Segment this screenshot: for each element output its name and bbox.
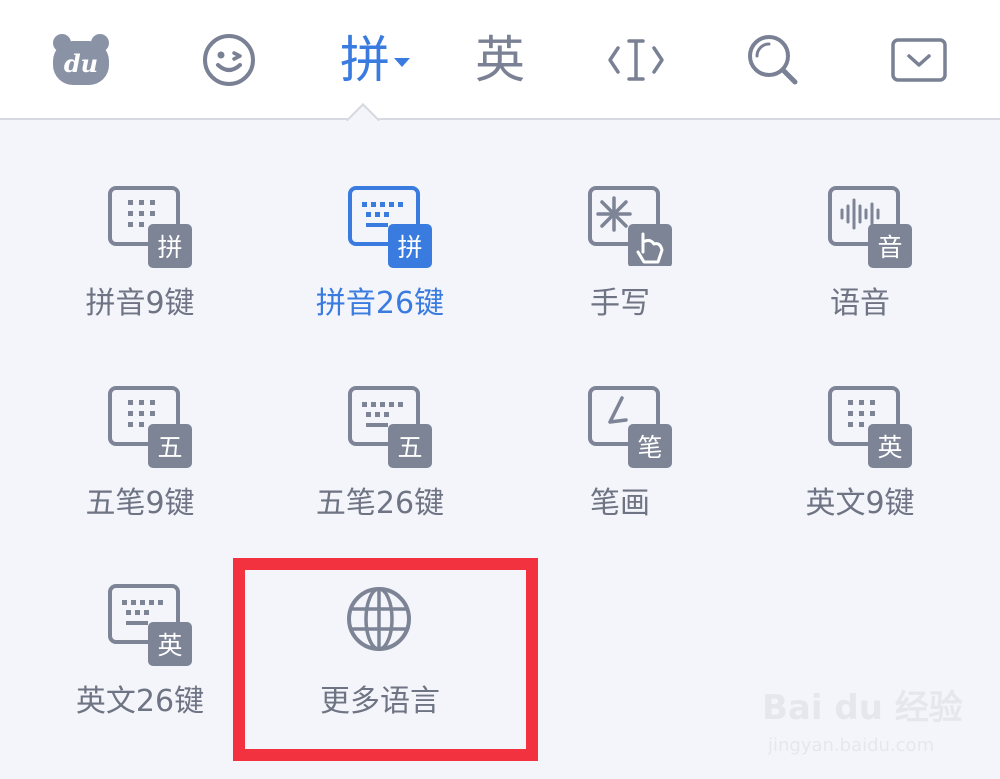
keyboard-option-wubi-9[interactable]: 五 五笔9键 — [20, 350, 260, 550]
keyboard-option-label: 手写 — [590, 286, 650, 321]
keyboard-option-stroke[interactable]: 笔 笔画 — [500, 350, 740, 550]
svg-text:du: du — [64, 49, 98, 78]
wubi-badge: 五 — [388, 424, 432, 468]
baidu-watermark: Bai du 经验 — [762, 688, 963, 728]
stroke-badge: 笔 — [628, 424, 672, 468]
keyboard-option-voice[interactable]: 音 语音 — [740, 150, 980, 350]
english-mode-label: 英 — [475, 31, 525, 89]
emoji-button[interactable] — [194, 20, 264, 100]
bear-logo-icon: du — [53, 34, 109, 85]
english-badge: 英 — [868, 424, 912, 468]
keyboard-option-handwriting[interactable]: 手写 — [500, 150, 740, 350]
keyboard-hide-icon — [891, 38, 947, 82]
annotation-highlight-box — [233, 558, 538, 761]
hide-keyboard-button[interactable] — [884, 20, 954, 100]
keyboard-option-pinyin-9[interactable]: 拼 拼音9键 — [20, 150, 260, 350]
english-badge: 英 — [148, 622, 192, 666]
candidate-toolbar: du 拼 英 — [0, 0, 1000, 120]
keyboard-option-label: 英文9键 — [805, 486, 915, 521]
handwriting-icon — [588, 186, 672, 268]
keyboard-option-english-26[interactable]: 英 英文26键 — [20, 548, 260, 748]
keyboard-option-pinyin-26[interactable]: 拼 拼音26键 — [260, 150, 500, 350]
keyboard-option-label: 笔画 — [590, 486, 650, 521]
cursor-move-button[interactable] — [600, 20, 672, 100]
baidu-watermark-url: jingyan.baidu.com — [768, 735, 935, 756]
text-cursor-icon — [608, 39, 664, 81]
english-mode-button[interactable]: 英 — [464, 20, 536, 100]
pinyin-badge: 拼 — [388, 224, 432, 268]
keyboard-option-label: 拼音9键 — [85, 286, 195, 321]
search-button[interactable] — [738, 20, 808, 100]
du-logo-button[interactable]: du — [44, 20, 118, 100]
keyboard-option-english-9[interactable]: 英 英文9键 — [740, 350, 980, 550]
wubi-badge: 五 — [148, 424, 192, 468]
keyboard-option-wubi-26[interactable]: 五 五笔26键 — [260, 350, 500, 550]
keyboard-option-label: 英文26键 — [75, 684, 205, 719]
smiley-face-icon — [203, 34, 255, 86]
keyboard-option-label: 五笔9键 — [85, 486, 195, 521]
keyboard-option-label: 语音 — [830, 286, 890, 321]
pinyin-mode-label: 拼 — [340, 31, 390, 89]
pinyin-mode-button[interactable]: 拼 — [330, 20, 420, 100]
search-icon — [748, 35, 798, 85]
pinyin-badge: 拼 — [148, 224, 192, 268]
keyboard-option-label: 五笔26键 — [315, 486, 445, 521]
dropdown-arrow-icon — [394, 57, 410, 67]
keyboard-option-label: 拼音26键 — [315, 286, 445, 321]
voice-badge: 音 — [868, 224, 912, 268]
